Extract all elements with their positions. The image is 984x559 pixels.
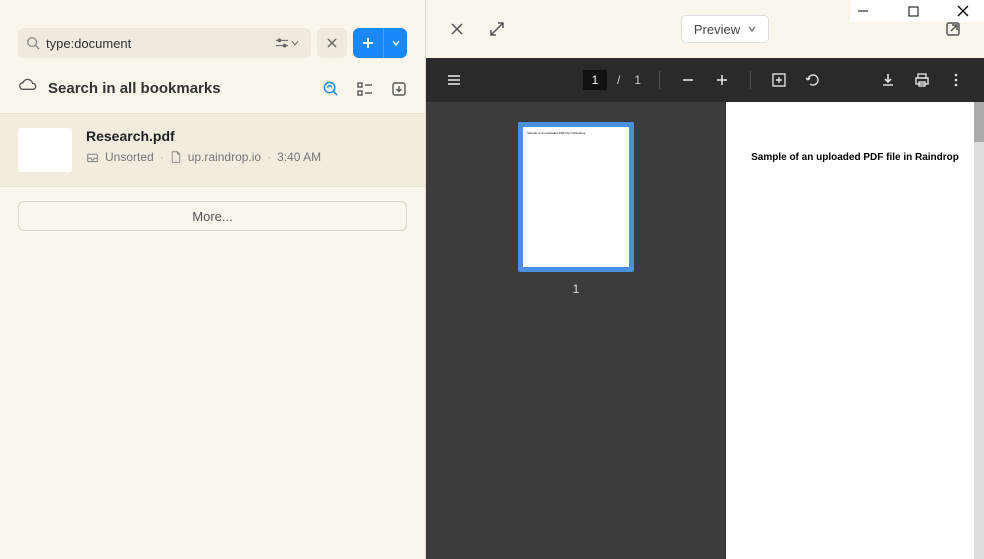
search-box[interactable] <box>18 28 311 58</box>
search-options-icon[interactable] <box>271 36 303 50</box>
view-options-icon[interactable] <box>357 81 373 97</box>
download-icon[interactable] <box>391 81 407 97</box>
minimize-button[interactable] <box>850 0 876 22</box>
zoom-in-button[interactable] <box>708 66 736 94</box>
collection-header: Search in all bookmarks <box>0 68 425 113</box>
rotate-icon[interactable] <box>799 66 827 94</box>
pdf-toolbar: / 1 <box>426 58 984 102</box>
chevron-down-icon <box>748 25 756 33</box>
pdf-content-text: Sample of an uploaded PDF file in Raindr… <box>732 152 978 163</box>
close-preview-button[interactable] <box>444 16 470 42</box>
fit-page-icon[interactable] <box>765 66 793 94</box>
preview-mode-label: Preview <box>694 22 740 37</box>
thumbnail-label: 1 <box>573 282 580 296</box>
expand-icon[interactable] <box>484 16 510 42</box>
add-button-group <box>353 28 407 58</box>
clear-search-button[interactable] <box>317 28 347 58</box>
item-folder: Unsorted <box>105 150 154 164</box>
scrollbar[interactable] <box>974 102 984 559</box>
download-pdf-icon[interactable] <box>874 66 902 94</box>
page-number-input[interactable] <box>583 70 607 90</box>
pdf-viewer: / 1 Sample of an uploaded PDF f <box>426 58 984 559</box>
hamburger-icon[interactable] <box>440 66 468 94</box>
thumbnail-panel: Sample of an uploaded PDF file in Raindr… <box>426 102 726 559</box>
search-icon <box>26 36 40 50</box>
refresh-search-icon[interactable] <box>322 80 339 97</box>
collection-title: Search in all bookmarks <box>48 80 312 97</box>
sidebar: Search in all bookmarks Research.pdf Uns… <box>0 0 426 559</box>
item-domain: up.raindrop.io <box>188 150 261 164</box>
print-icon[interactable] <box>908 66 936 94</box>
preview-panel: Preview / 1 <box>426 0 984 559</box>
window-controls <box>850 0 984 22</box>
more-button[interactable]: More... <box>18 201 407 231</box>
bookmark-item[interactable]: Research.pdf Unsorted · up.raindrop.io ·… <box>0 113 425 187</box>
item-time: 3:40 AM <box>277 150 321 164</box>
search-row <box>0 0 425 68</box>
item-title: Research.pdf <box>86 128 407 144</box>
page-view[interactable]: Sample of an uploaded PDF file in Raindr… <box>726 102 984 559</box>
maximize-button[interactable] <box>900 0 926 22</box>
add-button[interactable] <box>353 28 383 58</box>
add-dropdown-button[interactable] <box>383 28 407 58</box>
zoom-out-button[interactable] <box>674 66 702 94</box>
more-options-icon[interactable] <box>942 66 970 94</box>
page-thumbnail[interactable]: Sample of an uploaded PDF file in Raindr… <box>518 122 634 272</box>
scrollbar-thumb[interactable] <box>974 102 984 142</box>
inbox-icon <box>86 151 99 164</box>
file-icon <box>170 151 182 163</box>
page-separator: / <box>613 73 624 87</box>
page-total: 1 <box>630 73 645 87</box>
item-meta: Unsorted · up.raindrop.io · 3:40 AM <box>86 150 407 164</box>
item-thumbnail <box>18 128 72 172</box>
preview-mode-button[interactable]: Preview <box>681 15 769 43</box>
close-window-button[interactable] <box>950 0 976 22</box>
search-input[interactable] <box>40 36 271 51</box>
cloud-icon <box>18 76 38 101</box>
